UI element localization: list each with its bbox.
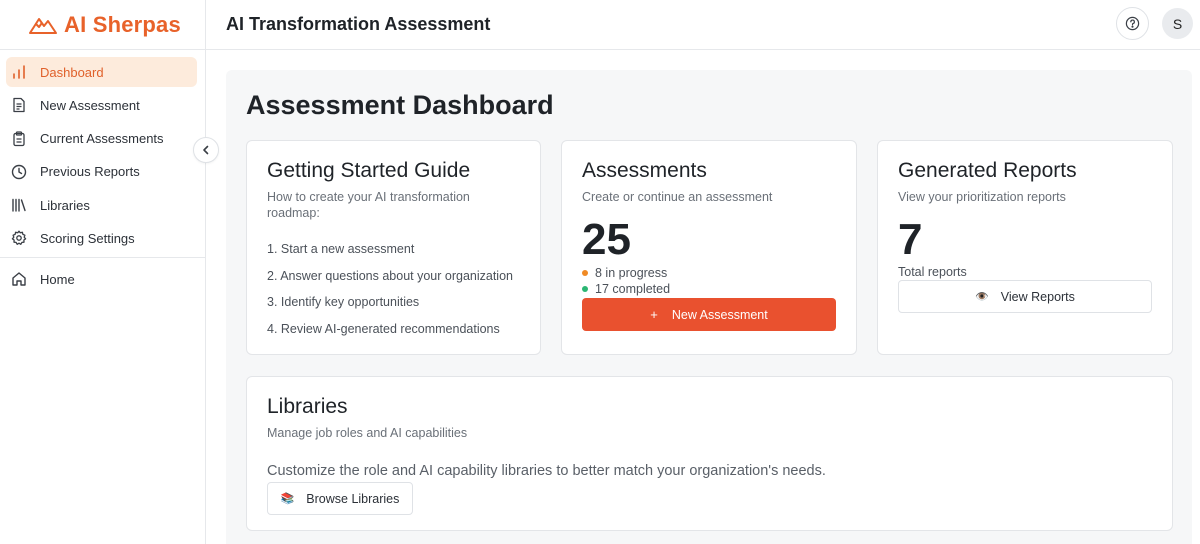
list-item: 1. Start a new assessment (267, 242, 415, 256)
button-label: New Assessment (671, 307, 768, 322)
bar-chart-icon (10, 63, 28, 81)
completed-dot-icon (582, 286, 588, 292)
view-reports-button[interactable]: 👁️ View Reports (898, 280, 1152, 313)
sidebar-item-scoring-settings[interactable]: Scoring Settings (6, 223, 197, 253)
app-title: AI Transformation Assessment (226, 14, 491, 34)
sidebar-item-label: Current Assessments (40, 131, 164, 147)
brand-logo[interactable]: AI Sherpas (0, 0, 205, 50)
card-title: Getting Started Guide (267, 159, 471, 182)
sidebar-item-label: Libraries (40, 197, 90, 213)
clipboard-icon (10, 130, 28, 148)
sidebar-item-label: Dashboard (40, 64, 104, 80)
card-title: Assessments (582, 159, 707, 182)
card-subtitle: View your prioritization reports (898, 190, 1066, 204)
in-progress-label: 8 in progress (595, 266, 668, 280)
sidebar-item-home[interactable]: Home (6, 264, 197, 294)
books-icon: 📚 (280, 493, 295, 505)
library-icon (10, 196, 28, 214)
completed-label: 17 completed (595, 282, 671, 296)
list-item: 4. Review AI-generated recommendations (267, 322, 500, 337)
sidebar-item-label: Previous Reports (40, 164, 140, 180)
gear-icon (10, 229, 28, 247)
sidebar-item-libraries[interactable]: Libraries (6, 190, 197, 220)
sidebar-item-label: Home (40, 271, 75, 287)
page-title: Assessment Dashboard (246, 90, 554, 120)
in-progress-dot-icon (582, 270, 588, 276)
sidebar-item-previous-reports[interactable]: Previous Reports (6, 157, 197, 187)
sidebar: AI Sherpas Dashboard New Assessment Curr… (0, 0, 206, 544)
button-label: Browse Libraries (306, 491, 400, 506)
new-assessment-button[interactable]: + New Assessment (582, 298, 836, 331)
sidebar-item-label: Scoring Settings (40, 230, 135, 246)
card-subtitle: Manage job roles and AI capabilities (267, 426, 468, 440)
card-subtitle: Create or continue an assessment (582, 190, 773, 204)
main-content: Assessment Dashboard Getting Started Gui… (226, 70, 1192, 544)
card-title: Libraries (267, 395, 348, 418)
avatar[interactable]: S (1162, 8, 1193, 39)
sidebar-item-current-assessments[interactable]: Current Assessments (6, 124, 197, 154)
assessment-count: 25 (582, 215, 631, 264)
sidebar-item-dashboard[interactable]: Dashboard (6, 57, 197, 87)
total-reports-label: Total reports (898, 265, 967, 279)
list-item: 2. Answer questions about your organizat… (267, 268, 513, 283)
generated-reports-card: Generated Reports View your prioritizati… (877, 140, 1173, 355)
home-icon (10, 270, 28, 288)
chevron-left-icon (203, 145, 209, 155)
assessments-card: Assessments Create or continue an assess… (561, 140, 857, 355)
libraries-description: Customize the role and AI capability lib… (267, 463, 826, 479)
brand-name: AI Sherpas (64, 11, 181, 37)
document-icon (10, 96, 28, 114)
header-actions: S (1116, 7, 1193, 40)
plus-icon: + (650, 307, 658, 322)
report-count: 7 (898, 215, 923, 264)
getting-started-card: Getting Started Guide How to create your… (246, 140, 541, 355)
help-button[interactable] (1116, 7, 1149, 40)
steps-list: 1. Start a new assessment 2. Answer ques… (267, 242, 520, 349)
sidebar-item-label: New Assessment (40, 97, 140, 113)
question-circle-icon (1125, 16, 1140, 31)
button-label: View Reports (1000, 289, 1075, 304)
libraries-card: Libraries Manage job roles and AI capabi… (246, 376, 1173, 531)
clock-icon (10, 163, 28, 181)
sidebar-collapse-button[interactable] (193, 137, 219, 163)
card-title: Generated Reports (898, 159, 1077, 182)
sidebar-divider (0, 257, 205, 259)
card-subtitle: How to create your AI transformation roa… (267, 190, 470, 220)
top-header: AI Transformation Assessment S (206, 0, 1200, 50)
mountain-icon (29, 17, 57, 34)
sidebar-item-new-assessment[interactable]: New Assessment (6, 90, 197, 120)
browse-libraries-button[interactable]: 📚 Browse Libraries (267, 482, 413, 515)
eye-icon: 👁️ (975, 291, 989, 303)
in-progress-stat: 8 in progress (582, 265, 836, 281)
list-item: 3. Identify key opportunities (267, 295, 420, 310)
completed-stat: 17 completed (582, 281, 836, 297)
sidebar-nav: Dashboard New Assessment Current Assessm… (0, 50, 205, 294)
